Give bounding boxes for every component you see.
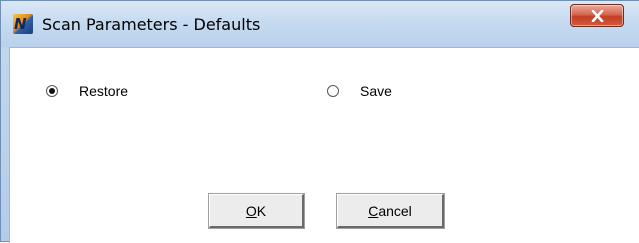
restore-radio[interactable] — [46, 85, 58, 97]
restore-label: Restore — [79, 83, 129, 99]
save-option[interactable]: Save — [327, 83, 392, 99]
cancel-mnemonic: C — [368, 202, 379, 219]
dialog-body: Restore Save OK Cancel — [9, 47, 639, 243]
save-label: Save — [360, 83, 392, 99]
restore-option[interactable]: Restore — [46, 83, 128, 99]
cancel-label-rest: ancel — [378, 202, 412, 219]
window-title: Scan Parameters - Defaults — [42, 15, 261, 34]
ok-button[interactable]: OK — [208, 193, 305, 229]
title-bar[interactable]: N Scan Parameters - Defaults — [1, 1, 639, 47]
dialog-window: N Scan Parameters - Defaults Restore Sav… — [0, 0, 639, 243]
close-icon — [591, 10, 604, 22]
ok-mnemonic: O — [245, 202, 257, 219]
ok-label-rest: K — [256, 202, 267, 219]
app-logo-icon: N — [13, 14, 33, 34]
save-radio[interactable] — [327, 85, 339, 97]
close-button[interactable] — [570, 4, 624, 27]
cancel-button[interactable]: Cancel — [336, 193, 445, 229]
